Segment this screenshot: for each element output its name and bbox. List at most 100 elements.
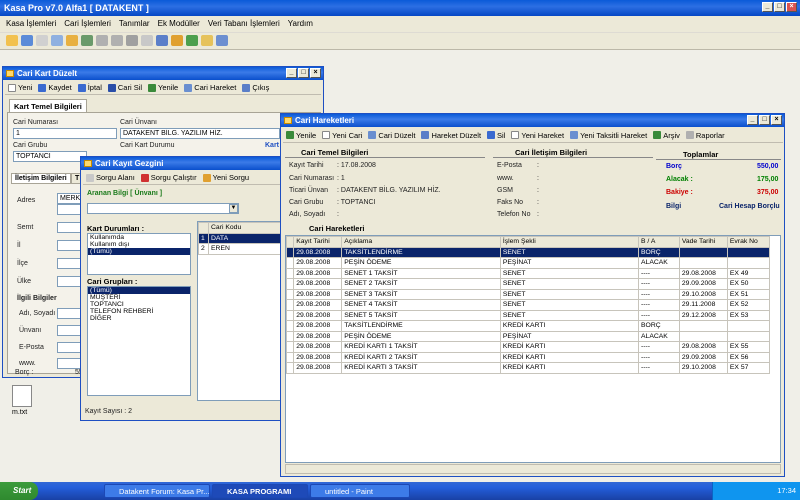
table-row[interactable]: 29.08.2008 SENET 5 TAKSİT SENET ---- 29.12.2… xyxy=(286,309,771,321)
maximize-icon[interactable]: □ xyxy=(298,68,309,78)
hareket-duzelt-button[interactable]: Hareket Düzelt xyxy=(418,131,484,140)
cari-numarasi-field[interactable]: 1 xyxy=(13,128,117,139)
grid-header-aciklama[interactable]: Açıklama xyxy=(341,236,501,248)
yeni-sorgu-button[interactable]: Yeni Sorgu xyxy=(200,173,252,182)
table-row[interactable]: 29.08.2008 TAKSİTLENDİRME SENET BORÇ xyxy=(286,246,771,258)
table-cell: ---- xyxy=(638,299,680,311)
unvani-label: Ünvanı xyxy=(19,327,42,334)
minimize-icon[interactable]: _ xyxy=(286,68,297,78)
list-item[interactable]: MÜŞTERİ xyxy=(88,294,190,301)
yenile-button[interactable]: Yenile xyxy=(145,83,181,92)
cash-icon[interactable] xyxy=(21,35,33,46)
telefon-value: : xyxy=(537,211,539,218)
chevron-down-icon[interactable]: ▼ xyxy=(229,204,238,213)
table-row[interactable]: 29.08.2008 TAKSİTLENDİRME KREDİ KARTI BORÇ xyxy=(286,320,771,332)
tab-kart-temel[interactable]: Kart Temel Bilgileri xyxy=(9,99,87,113)
table-row[interactable]: 29.08.2008 KREDİ KARTI 3 TAKSİT KREDİ KART… xyxy=(286,362,771,374)
document-icon[interactable] xyxy=(36,35,48,46)
horizontal-scrollbar[interactable] xyxy=(285,464,781,474)
cari-duzelt-button[interactable]: Cari Düzelt xyxy=(365,131,418,140)
grid-header-kayit-tarihi[interactable]: Kayıt Tarihi xyxy=(293,236,343,248)
menu-veri-tabani[interactable]: Veri Tabanı İşlemleri xyxy=(208,19,280,29)
dropdown2-icon[interactable] xyxy=(111,35,123,46)
menu-kasa-islemleri[interactable]: Kasa İşlemleri xyxy=(6,19,56,29)
table-row[interactable]: 29.08.2008 PEŞİN ÖDEME PEŞİNAT ALACAK xyxy=(286,330,771,342)
table-row[interactable]: 1 DATA xyxy=(198,232,282,244)
settings-icon[interactable] xyxy=(201,35,213,46)
cari-hareket-button[interactable]: Cari Hareket xyxy=(181,83,239,92)
yeni-button[interactable]: Yeni xyxy=(5,83,35,92)
grid-header-b-a[interactable]: B / A xyxy=(638,236,680,248)
close-icon[interactable]: × xyxy=(786,2,797,12)
cari-sil-button[interactable]: Cari Sil xyxy=(105,83,145,92)
taskbar-item-kasa[interactable]: KASA PROGRAMI xyxy=(212,484,308,498)
list-item[interactable]: DİĞER xyxy=(88,315,190,322)
cari-unvani-field[interactable]: DATAKENT BİLG. YAZILIM HİZ. xyxy=(120,128,280,139)
sorgu-alani-button[interactable]: Sorgu Alanı xyxy=(83,173,138,182)
iptal-button[interactable]: İptal xyxy=(75,83,105,92)
refresh-icon[interactable] xyxy=(186,35,198,46)
grid-header-islem-sekli[interactable]: İşlem Şekli xyxy=(499,236,640,248)
sil-button[interactable]: Sil xyxy=(484,131,508,140)
yeni-taksitli-hareket-button[interactable]: Yeni Taksitli Hareket xyxy=(567,131,650,140)
yeni-cari-button[interactable]: Yeni Cari xyxy=(319,131,365,140)
ticari-unvan-label: Ticari Ünvan xyxy=(289,187,329,194)
table-row[interactable]: 29.08.2008 KREDİ KARTI 2 TAKSİT KREDİ KART… xyxy=(286,351,771,363)
close-icon[interactable]: × xyxy=(310,68,321,78)
folder-open-icon[interactable] xyxy=(66,35,78,46)
tree-icon[interactable] xyxy=(126,35,138,46)
yenile-button[interactable]: Yenile xyxy=(283,131,319,140)
table-row[interactable]: 29.08.2008 KREDİ KARTI 1 TAKSİT KREDİ KART… xyxy=(286,341,771,353)
note-icon[interactable] xyxy=(171,35,183,46)
grid-header-evrak-no[interactable]: Evrak No xyxy=(726,236,771,248)
table-row[interactable]: 2 EREN xyxy=(198,243,282,255)
table-cell: KREDİ KARTI xyxy=(499,351,640,363)
row-number: 1 xyxy=(198,232,209,244)
raporlar-button[interactable]: Raporlar xyxy=(683,131,728,140)
cari-grubu-field[interactable]: TOPTANCI xyxy=(13,151,87,162)
menu-tanimlar[interactable]: Tanımlar xyxy=(119,19,150,29)
aranan-input[interactable] xyxy=(87,203,239,214)
calendar-icon[interactable] xyxy=(156,35,168,46)
menu-yardim[interactable]: Yardım xyxy=(288,19,313,29)
cari-gruplari-list: (Tümü) MÜŞTERİ TOPTANCI TELEFON REHBERİ … xyxy=(87,286,191,396)
calculator-icon[interactable] xyxy=(141,35,153,46)
close-icon[interactable]: × xyxy=(771,115,782,125)
table-row[interactable]: 29.08.2008 PEŞİN ÖDEME PEŞİNAT ALACAK xyxy=(286,257,771,269)
cikis-button[interactable]: Çıkış xyxy=(239,83,272,92)
maximize-icon[interactable]: □ xyxy=(759,115,770,125)
list-icon[interactable] xyxy=(51,35,63,46)
sorgu-calistir-button[interactable]: Sorgu Çalıştır xyxy=(138,173,200,182)
menu-cari-islemleri[interactable]: Cari İşlemleri xyxy=(64,19,111,29)
list-item[interactable]: TELEFON REHBERİ xyxy=(88,308,190,315)
minimize-icon[interactable]: _ xyxy=(747,115,758,125)
table-cell: SENET 5 TAKSİT xyxy=(341,309,501,321)
borc-label: Borç xyxy=(666,163,682,170)
minimize-icon[interactable]: _ xyxy=(762,2,773,12)
folder-icon[interactable] xyxy=(6,35,18,46)
taskbar-item-forum[interactable]: Datakent Forum: Kasa Pr... xyxy=(104,484,210,498)
list-item-selected[interactable]: (Tümü) xyxy=(88,287,190,294)
grid-header-vade-tarihi[interactable]: Vade Tarihi xyxy=(678,236,728,248)
list-item[interactable]: TOPTANCI xyxy=(88,301,190,308)
dropdown-icon[interactable] xyxy=(96,35,108,46)
table-row[interactable]: 29.08.2008 SENET 4 TAKSİT SENET ---- 29.11.2… xyxy=(286,299,771,311)
menu-ek-moduller[interactable]: Ek Modüller xyxy=(158,19,200,29)
list-item[interactable]: Kullanım dışı xyxy=(88,241,190,248)
table-row[interactable]: 29.08.2008 SENET 2 TAKSİT SENET ---- 29.09.2… xyxy=(286,278,771,290)
taskbar-item-paint[interactable]: untitled - Paint xyxy=(310,484,410,498)
grid-header-cari-kodu[interactable]: Cari Kodu xyxy=(208,222,282,234)
list-item-selected[interactable]: (Tümü) xyxy=(88,248,190,255)
start-button[interactable]: Start xyxy=(0,482,38,500)
tab-iletisim[interactable]: İletişim Bilgileri xyxy=(11,173,71,184)
arsiv-button[interactable]: Arşiv xyxy=(650,131,683,140)
text-file-icon[interactable] xyxy=(12,385,32,407)
table-row[interactable]: 29.08.2008 SENET 1 TAKSİT SENET ---- 29.08.2… xyxy=(286,267,771,279)
yeni-hareket-button[interactable]: Yeni Hareket xyxy=(508,131,567,140)
kaydet-button[interactable]: Kaydet xyxy=(35,83,74,92)
maximize-icon[interactable]: □ xyxy=(774,2,785,12)
exit-icon[interactable] xyxy=(216,35,228,46)
list-item[interactable]: Kullanımda xyxy=(88,234,190,241)
report-icon[interactable] xyxy=(81,35,93,46)
table-row[interactable]: 29.08.2008 SENET 3 TAKSİT SENET ---- 29.10.2… xyxy=(286,288,771,300)
